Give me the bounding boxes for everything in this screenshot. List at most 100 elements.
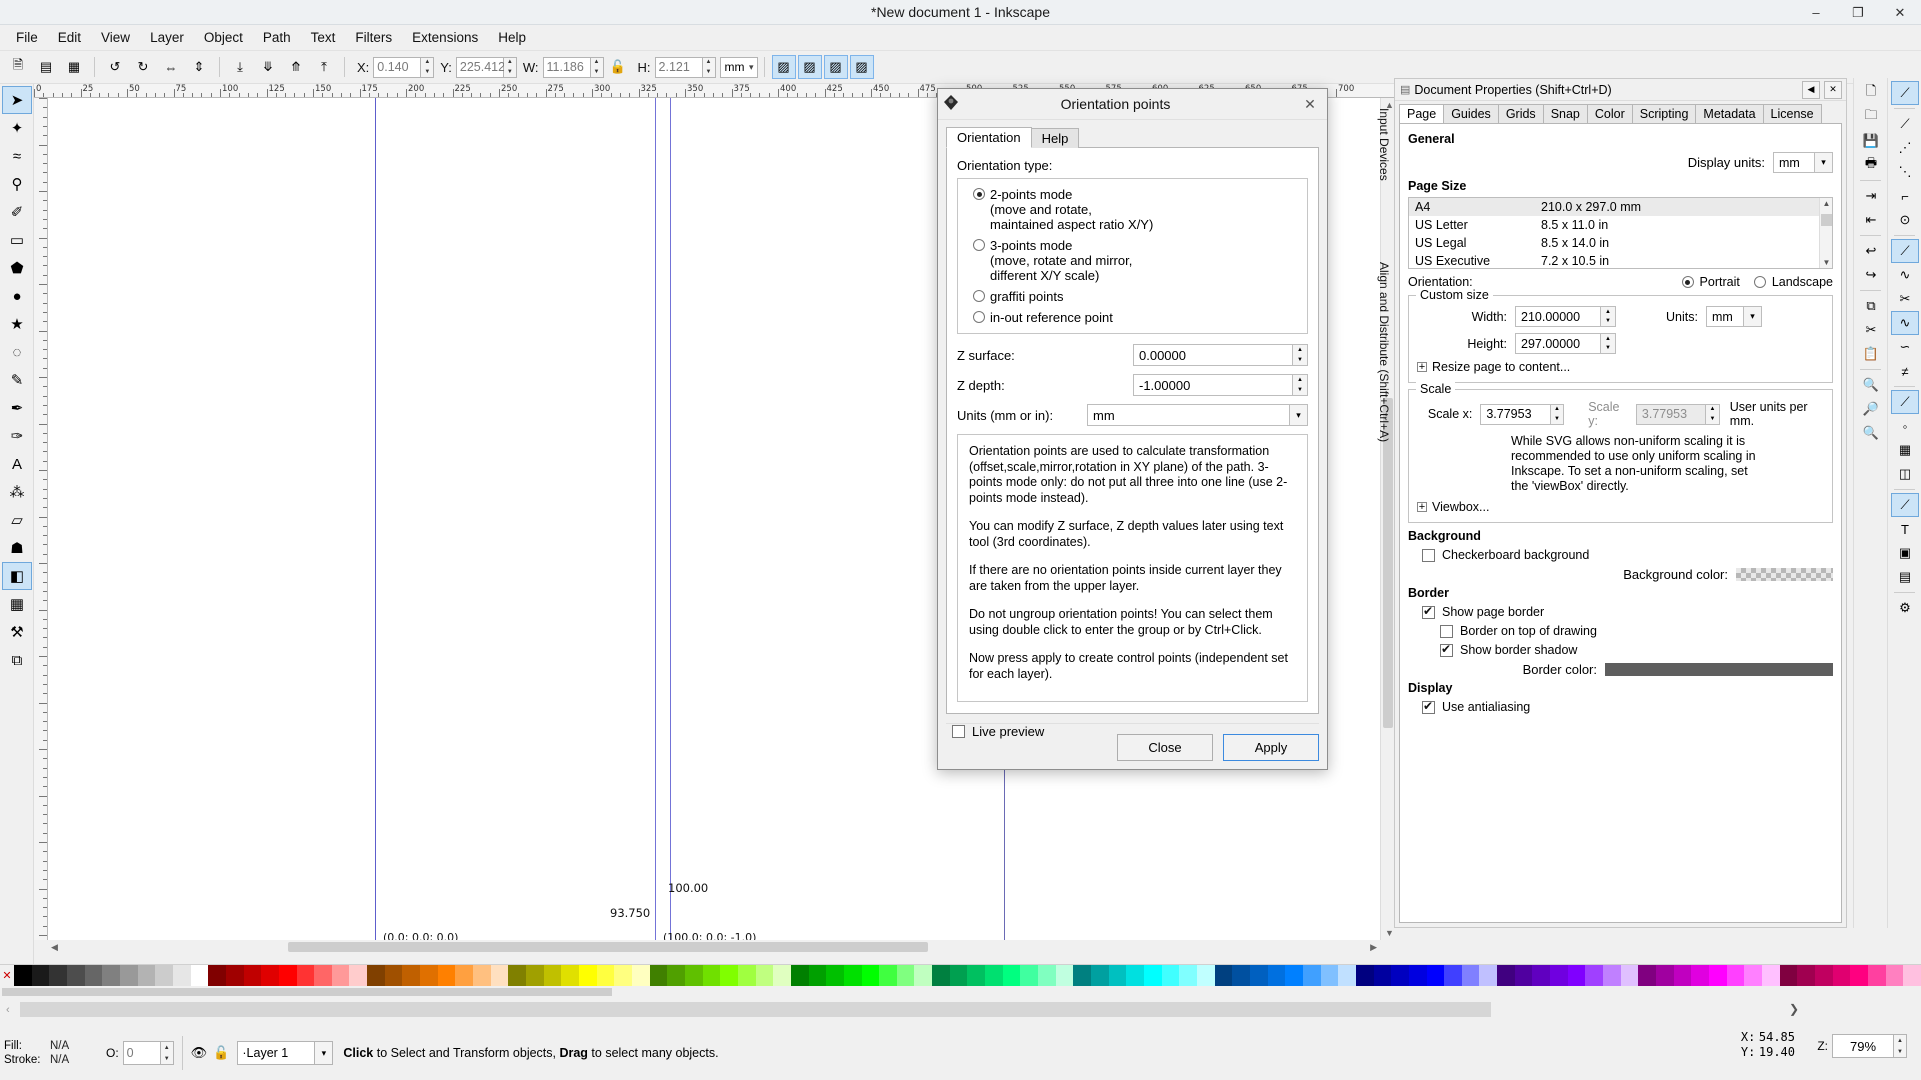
palette-swatch[interactable]	[896, 965, 915, 987]
unlock-icon[interactable]: 🔓	[213, 1045, 229, 1061]
palette-swatch[interactable]	[1373, 965, 1392, 987]
palette-swatch[interactable]	[1832, 965, 1851, 987]
radio-2-points-mode[interactable]: 2-points mode (move and rotate, maintain…	[968, 187, 1297, 232]
snap-toggle-icon[interactable]: ⟋	[1891, 390, 1919, 414]
snap-toggle-icon[interactable]: ∿	[1891, 311, 1919, 335]
expander-icon[interactable]: +	[1417, 501, 1427, 512]
command-icon[interactable]: ⧉	[1857, 294, 1885, 318]
lower-to-bottom-icon[interactable]: ⤓	[227, 54, 253, 80]
page-size-list[interactable]: A4 210.0 x 297.0 mm US Letter 8.5 x 11.0…	[1408, 197, 1833, 269]
scroll-thumb[interactable]	[1821, 214, 1832, 226]
opacity-control[interactable]: O: 0 ▲ ▼	[106, 1041, 174, 1065]
palette-swatch[interactable]	[1673, 965, 1692, 987]
chevron-down-icon[interactable]: ▾	[1290, 404, 1308, 426]
menu-layer[interactable]: Layer	[140, 27, 194, 48]
command-icon[interactable]: ⇥	[1857, 184, 1885, 208]
palette-swatch[interactable]	[1338, 965, 1356, 987]
palette-swatch[interactable]	[1814, 965, 1833, 987]
opacity-input[interactable]: 0	[122, 1041, 161, 1065]
rectangle-tool[interactable]: ▭	[2, 226, 32, 254]
radio-button[interactable]	[973, 311, 985, 323]
snap-toggle-icon[interactable]: ◫	[1891, 462, 1919, 486]
tab-metadata[interactable]: Metadata	[1695, 104, 1764, 123]
palette-swatch[interactable]	[208, 965, 226, 987]
show-page-border-checkbox[interactable]	[1422, 604, 1435, 619]
eraser-tool[interactable]: ▱	[2, 506, 32, 534]
units-select[interactable]: mm	[719, 56, 758, 78]
horizontal-scroll-thumb[interactable]	[288, 942, 928, 952]
menu-extensions[interactable]: Extensions	[402, 27, 488, 48]
palette-swatch[interactable]	[1232, 965, 1250, 987]
palette-swatch[interactable]	[1867, 965, 1886, 987]
palette-swatch[interactable]	[155, 965, 173, 987]
w-input[interactable]: 11.186	[542, 56, 591, 78]
border-on-top-checkbox[interactable]	[1440, 624, 1453, 638]
command-icon[interactable]: 🗀	[1857, 105, 1885, 129]
menu-file[interactable]: File	[6, 27, 48, 48]
snap-toggle-icon[interactable]: ⋱	[1891, 160, 1919, 184]
palette-swatch[interactable]	[349, 965, 368, 987]
z-depth-input[interactable]: -1.00000	[1133, 374, 1293, 396]
palette-swatch[interactable]	[455, 965, 474, 987]
palette-swatch[interactable]	[1020, 965, 1039, 987]
palette-swatch[interactable]	[49, 965, 67, 987]
rotate-90-ccw-icon[interactable]: ↺	[102, 54, 128, 80]
deselect-icon[interactable]: ▦	[61, 54, 87, 80]
resize-page-row[interactable]: + Resize page to content...	[1417, 360, 1824, 374]
palette-swatch[interactable]	[1355, 965, 1374, 987]
tab-color[interactable]: Color	[1586, 104, 1633, 123]
scroll-down-icon[interactable]: ▼	[1385, 928, 1394, 938]
spiral-tool[interactable]: ◌	[2, 338, 32, 366]
command-icon[interactable]: ↩	[1857, 239, 1885, 263]
palette-swatch[interactable]	[490, 965, 509, 987]
tweak-tool[interactable]: ≈	[2, 142, 32, 170]
checkerboard-row[interactable]: Checkerboard background	[1422, 548, 1833, 562]
palette-swatch[interactable]	[84, 965, 103, 987]
statusbar-expand-icon[interactable]: ‹	[6, 1004, 10, 1016]
palette-swatch[interactable]	[596, 965, 615, 987]
height-spinner[interactable]: ▲ ▼	[1601, 333, 1616, 354]
palette-swatch[interactable]	[1426, 965, 1445, 987]
command-icon[interactable]: 🖶	[1857, 153, 1885, 177]
palette-swatch[interactable]	[1603, 965, 1621, 987]
affect-gradients-toggle[interactable]: ▨	[823, 55, 848, 79]
palette-swatch[interactable]	[102, 965, 120, 987]
palette-swatch[interactable]	[1038, 965, 1056, 987]
palette-swatch[interactable]	[914, 965, 933, 987]
palette-swatch[interactable]	[967, 965, 986, 987]
scale-x-spinner[interactable]: ▲ ▼	[1550, 403, 1565, 425]
palette-swatch[interactable]	[1285, 965, 1303, 987]
palette-swatch[interactable]	[314, 965, 332, 987]
command-icon[interactable]: ⇤	[1857, 208, 1885, 232]
palette-swatch[interactable]	[631, 965, 650, 987]
affect-patterns-toggle[interactable]: ▨	[849, 55, 874, 79]
height-input[interactable]: 297.00000	[1515, 333, 1601, 354]
palette-swatch[interactable]	[861, 965, 880, 987]
affect-rounded-corners-toggle[interactable]: ▨	[797, 55, 822, 79]
palette-swatch[interactable]	[402, 965, 421, 987]
palette-swatch[interactable]	[1126, 965, 1144, 987]
palette-swatch[interactable]	[932, 965, 950, 987]
snap-toggle-icon[interactable]: ⋰	[1891, 136, 1919, 160]
palette-swatch[interactable]	[843, 965, 862, 987]
measure-tool[interactable]: ✐	[2, 198, 32, 226]
viewbox-row[interactable]: + Viewbox...	[1417, 500, 1824, 514]
3dbox-tool[interactable]: ⬟	[2, 254, 32, 282]
palette-swatch[interactable]	[1779, 965, 1798, 987]
snap-toggle-icon[interactable]: ▤	[1891, 565, 1919, 589]
mesh-tool[interactable]: ▦	[2, 590, 32, 618]
layer-name[interactable]: ·Layer 1	[237, 1041, 316, 1065]
landscape-radio[interactable]	[1753, 276, 1766, 288]
palette-swatch[interactable]	[1585, 965, 1604, 987]
y-input[interactable]: 225.412	[455, 56, 505, 78]
checkerboard-checkbox[interactable]	[1422, 548, 1435, 562]
palette-swatch[interactable]	[225, 965, 244, 987]
palette-swatch[interactable]	[261, 965, 279, 987]
snap-toggle-icon[interactable]: ⟋	[1891, 81, 1919, 105]
select-all-icon[interactable]: 🗎	[5, 54, 31, 80]
palette-swatch[interactable]	[384, 965, 403, 987]
scale-x-input[interactable]: 3.77953	[1480, 403, 1551, 425]
snap-toggle-icon[interactable]: ⚙	[1891, 596, 1919, 620]
chevron-down-icon[interactable]: ▾	[1743, 306, 1762, 327]
palette-swatch[interactable]	[1532, 965, 1551, 987]
